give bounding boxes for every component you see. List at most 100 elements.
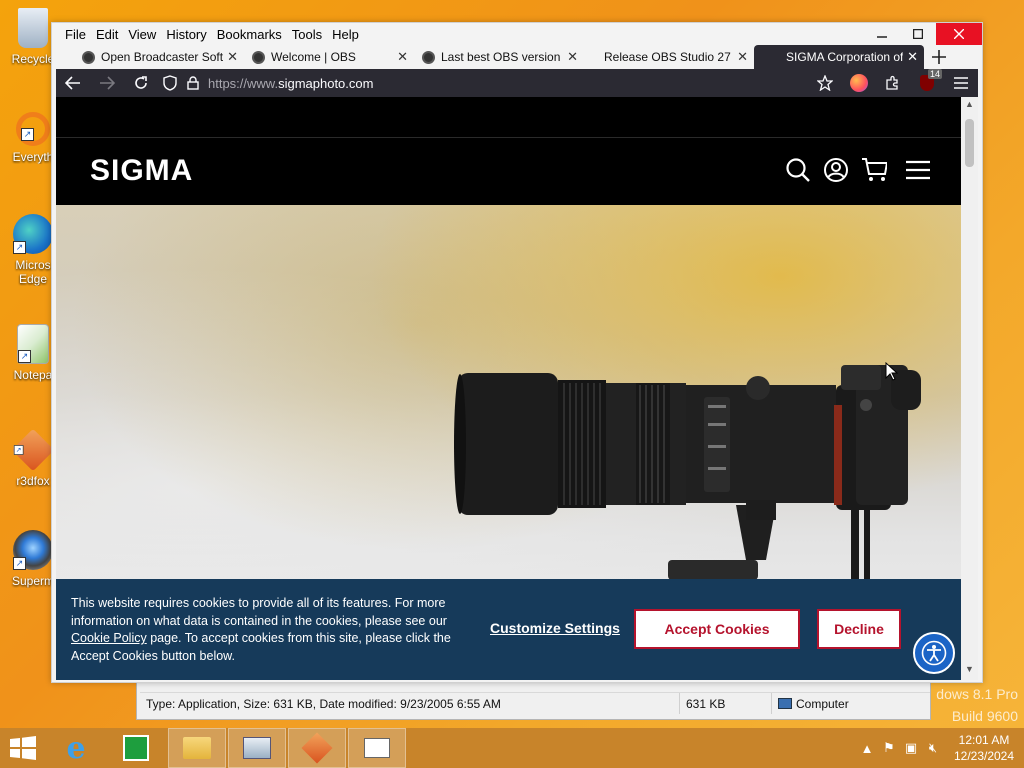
task-manager-icon — [243, 737, 271, 759]
tracking-protection-button[interactable] — [158, 69, 182, 97]
cart-icon — [862, 158, 887, 181]
taskbar-r3dfox[interactable] — [288, 728, 346, 768]
maximize-button[interactable] — [900, 23, 936, 45]
page-viewport: SIGMA This website requires cookies to p… — [56, 97, 961, 680]
url-scheme: https://www. — [208, 75, 279, 91]
mouse-cursor-icon — [885, 362, 899, 381]
menu-edit[interactable]: Edit — [91, 27, 123, 42]
new-tab-button[interactable] — [924, 45, 954, 69]
menu-file[interactable]: File — [60, 27, 91, 42]
tab-strip: Open Broadcaster Softw ✕ Welcome | OBS ✕… — [52, 45, 982, 69]
menu-help[interactable]: Help — [327, 27, 364, 42]
list-document-icon — [364, 738, 390, 758]
r3dfox-icon: ↗ — [11, 428, 55, 472]
sigma-logo[interactable]: SIGMA — [90, 154, 193, 188]
ublock-extension-button[interactable]: 14 — [910, 69, 944, 97]
shortcut-arrow-icon: ↗ — [13, 445, 24, 455]
system-tray: ▲ ⚑ ▣ 🔇︎ 12:01 AM 12/23/2024 — [856, 728, 1024, 768]
extensions-button[interactable] — [876, 69, 910, 97]
menu-tools[interactable]: Tools — [287, 27, 327, 42]
store-icon — [123, 735, 149, 761]
user-icon — [824, 158, 848, 182]
menu-bar: File Edit View History Bookmarks Tools H… — [52, 23, 982, 45]
tab-sigma[interactable]: SIGMA Corporation of ✕ — [754, 45, 924, 69]
back-button[interactable] — [56, 69, 90, 97]
accept-cookies-button[interactable]: Accept Cookies — [634, 609, 800, 649]
forward-arrow-icon — [100, 76, 115, 90]
taskbar: e ▲ ⚑ ▣ 🔇︎ 12:01 AM 12/23/2024 — [0, 728, 1024, 768]
taskbar-internet-explorer[interactable]: e — [46, 728, 106, 768]
url-bar[interactable]: https://www. sigmaphoto.com — [204, 69, 808, 97]
account-button[interactable] — [842, 69, 876, 97]
tab-obs-home[interactable]: Open Broadcaster Softw ✕ — [74, 45, 244, 69]
start-button[interactable] — [0, 728, 46, 768]
window-controls — [864, 23, 982, 45]
show-hidden-icons-chevron-up-icon[interactable]: ▲ — [856, 741, 878, 756]
search-icon — [786, 158, 810, 182]
computer-icon — [778, 698, 792, 709]
taskbar-store[interactable] — [106, 728, 166, 768]
clock[interactable]: 12:01 AM 12/23/2024 — [944, 732, 1024, 764]
site-account-button[interactable] — [823, 156, 849, 184]
customize-settings-link[interactable]: Customize Settings — [490, 620, 620, 636]
accessibility-icon — [921, 640, 947, 666]
hamburger-menu-icon — [906, 160, 930, 180]
firefox-account-icon — [850, 74, 868, 92]
tab-close-icon[interactable]: ✕ — [737, 49, 748, 65]
tab-title: Welcome | OBS — [271, 50, 356, 64]
decline-cookies-button[interactable]: Decline — [817, 609, 901, 649]
tab-obs-version[interactable]: Last best OBS version · ✕ — [414, 45, 584, 69]
status-details: Type: Application, Size: 631 KB, Date mo… — [140, 693, 680, 714]
site-search-button[interactable] — [785, 156, 811, 184]
menu-view[interactable]: View — [123, 27, 161, 42]
menu-history[interactable]: History — [161, 27, 211, 42]
minimize-icon — [877, 36, 887, 38]
taskbar-task-manager[interactable] — [228, 728, 286, 768]
toolbar-right: 14 — [808, 69, 978, 97]
menu-bookmarks[interactable]: Bookmarks — [212, 27, 287, 42]
app-menu-button[interactable] — [944, 69, 978, 97]
cookie-policy-link[interactable]: Cookie Policy — [71, 631, 147, 645]
action-center-flag-icon[interactable]: ⚑ — [878, 740, 900, 756]
scroll-down-arrow-icon[interactable]: ▼ — [961, 664, 978, 678]
shortcut-arrow-icon: ↗ — [18, 350, 31, 363]
minimize-button[interactable] — [864, 23, 900, 45]
tab-close-icon[interactable]: ✕ — [227, 49, 238, 65]
shield-icon — [163, 75, 177, 91]
site-cart-button[interactable] — [861, 156, 887, 184]
scroll-up-arrow-icon[interactable]: ▲ — [961, 99, 978, 113]
shortcut-arrow-icon: ↗ — [13, 557, 26, 570]
maximize-icon — [913, 29, 923, 39]
url-host: sigmaphoto.com — [278, 75, 374, 91]
puzzle-icon — [886, 75, 898, 90]
tab-close-icon[interactable]: ✕ — [907, 49, 918, 65]
volume-muted-icon[interactable]: 🔇︎ — [922, 740, 944, 756]
watermark-edition: dows 8.1 Pro — [936, 686, 1018, 702]
extension-badge: 14 — [927, 69, 942, 79]
bookmark-star-button[interactable] — [808, 69, 842, 97]
taskbar-notepad[interactable] — [348, 728, 406, 768]
tab-obs-release[interactable]: Release OBS Studio 27 ✕ — [584, 45, 754, 69]
obs-favicon-icon — [252, 50, 265, 64]
tab-close-icon[interactable]: ✕ — [397, 49, 408, 65]
tab-close-icon[interactable]: ✕ — [567, 49, 578, 65]
close-window-button[interactable] — [936, 23, 982, 45]
internet-explorer-icon: e — [66, 730, 86, 766]
forward-button[interactable] — [90, 69, 124, 97]
tab-obs-welcome[interactable]: Welcome | OBS ✕ — [244, 45, 414, 69]
cookie-message: This website requires cookies to provide… — [71, 595, 456, 665]
accessibility-button[interactable] — [913, 632, 955, 674]
reload-button[interactable] — [124, 69, 158, 97]
site-menu-button[interactable] — [905, 156, 931, 184]
tab-title: Last best OBS version · — [441, 50, 564, 64]
clock-time: 12:01 AM — [958, 733, 1010, 747]
status-location: Computer — [796, 696, 849, 711]
taskbar-file-explorer[interactable] — [168, 728, 226, 768]
navigation-toolbar: https://www. sigmaphoto.com 14 — [56, 69, 978, 97]
site-info-button[interactable] — [182, 69, 204, 97]
page-scrollbar[interactable]: ▲ ▼ — [961, 97, 978, 680]
obs-favicon-icon — [422, 50, 435, 64]
plus-icon — [932, 50, 946, 64]
scrollbar-thumb[interactable] — [965, 119, 974, 167]
network-icon[interactable]: ▣ — [900, 740, 922, 756]
